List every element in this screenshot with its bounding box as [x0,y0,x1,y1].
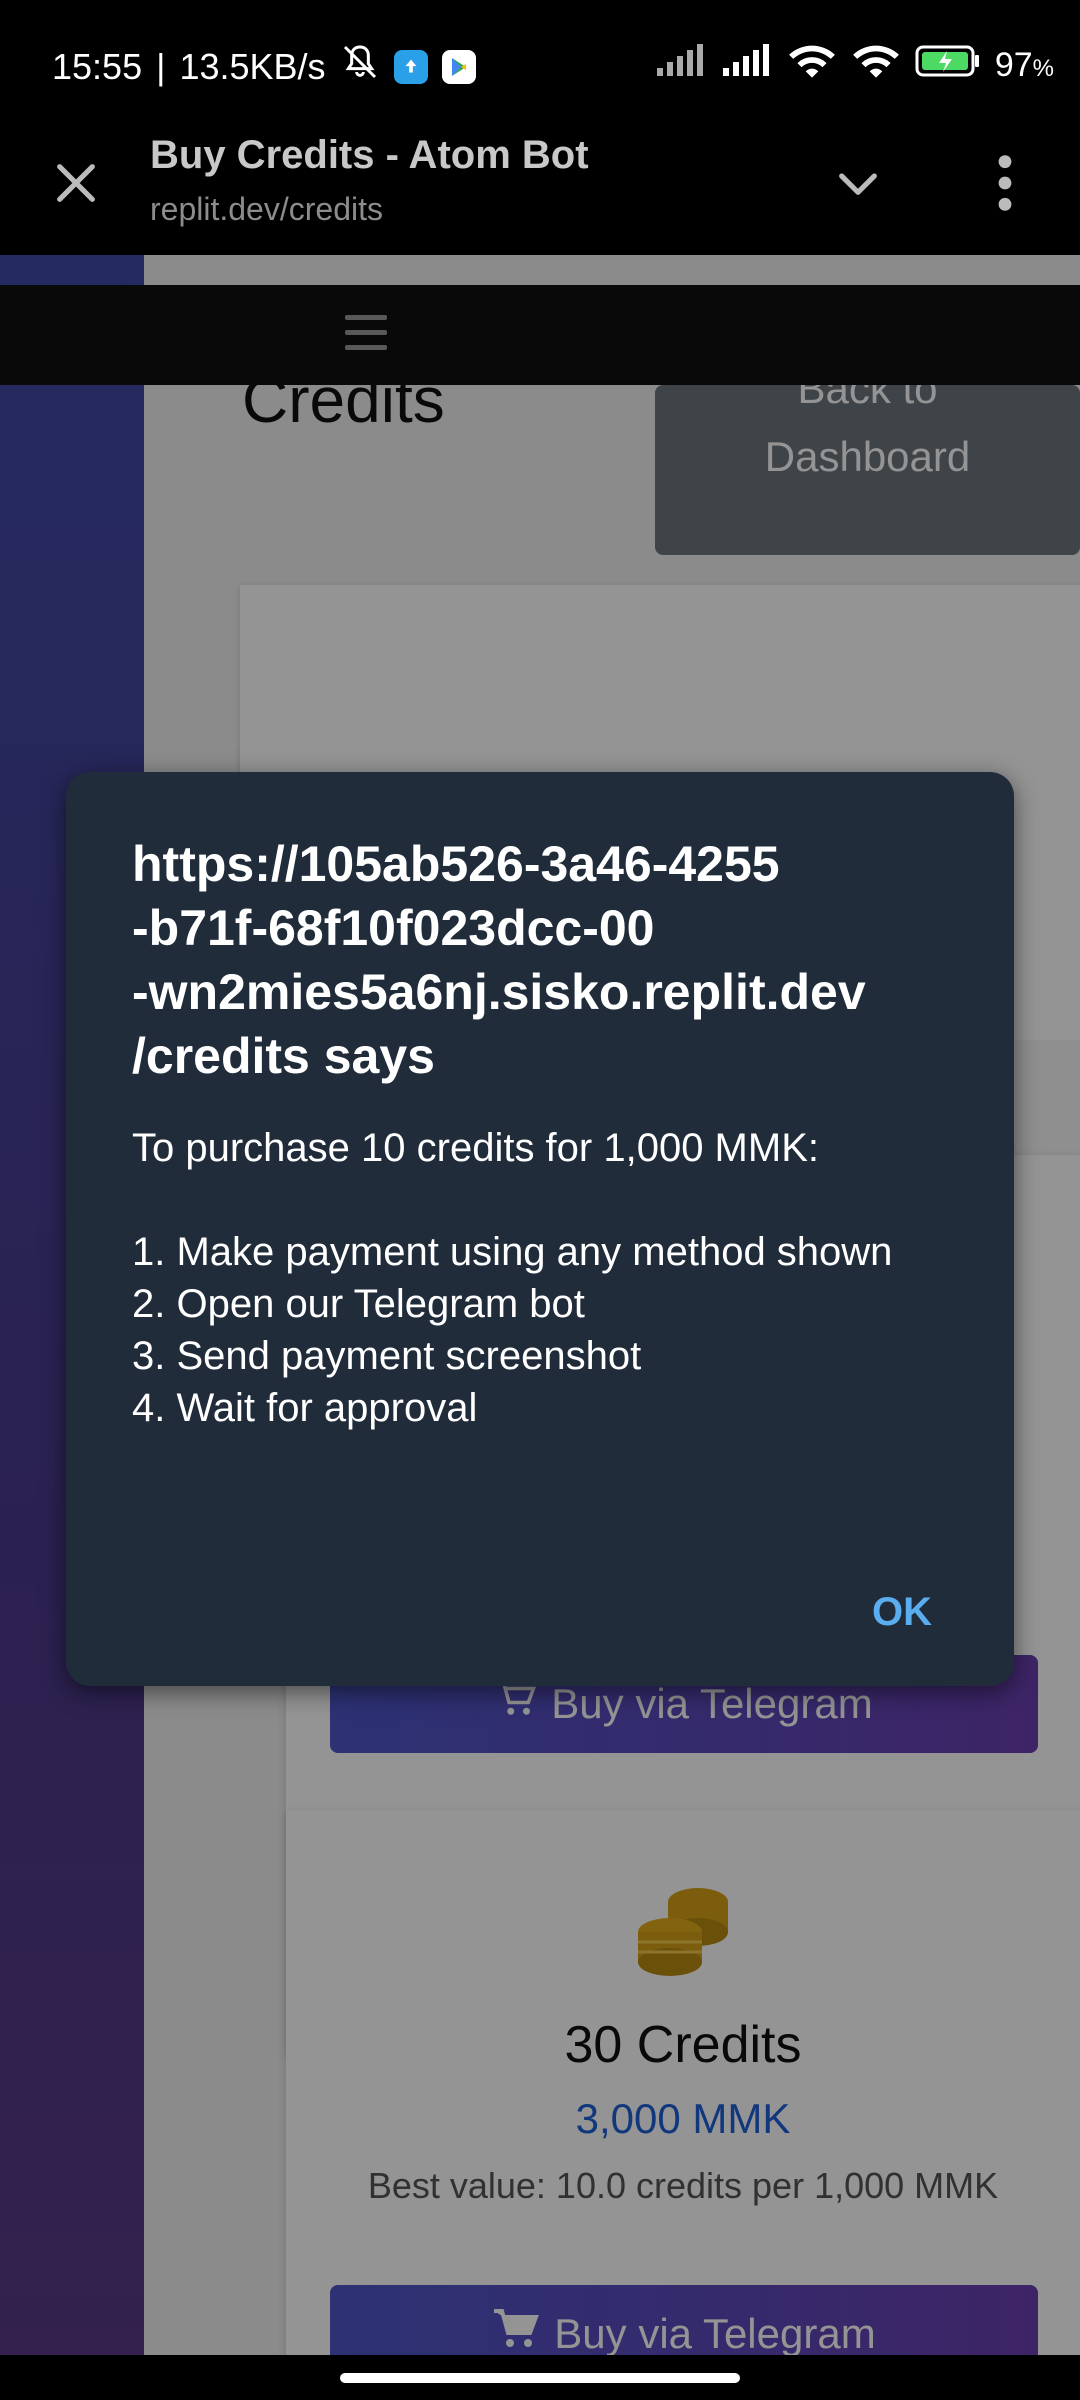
alert-dialog: https://105ab526-3a46-4255 -b71f-68f10f0… [66,772,1014,1686]
wifi-icon [787,42,837,89]
status-time: 15:55 [52,45,143,87]
network-speed: 13.5KB/s [179,45,326,87]
tab-title: Buy Credits - Atom Bot [150,133,589,177]
gesture-nav-bar [0,2355,1080,2400]
list-item: 4. Wait for approval [132,1386,478,1430]
list-item: 1. Make payment using any method shown [132,1230,893,1274]
signal-icon [655,44,707,87]
signal-icon [721,44,773,87]
list-item: 3. Send payment screenshot [132,1334,642,1378]
status-bar: 15:55 | 13.5KB/s 97% [0,0,1080,125]
home-handle[interactable] [340,2373,740,2383]
close-icon[interactable] [48,155,104,211]
custom-tab-bar: Buy Credits - Atom Bot replit.dev/credit… [0,125,1080,255]
dialog-message: To purchase 10 credits for 1,000 MMK: 1.… [132,1122,962,1434]
chevron-down-icon[interactable] [830,155,886,211]
battery-percent: 97 [994,46,1033,84]
battery-icon [915,45,981,86]
dialog-title: https://105ab526-3a46-4255 -b71f-68f10f0… [132,836,866,1084]
wifi-icon [851,42,901,89]
more-vert-icon[interactable] [990,151,1020,215]
ok-button[interactable]: OK [872,1590,932,1635]
tab-url: replit.dev/credits [150,191,383,227]
mute-icon [340,42,380,91]
play-store-icon [441,49,476,84]
list-item: 2. Open our Telegram bot [132,1282,585,1326]
upload-app-icon [393,49,428,84]
